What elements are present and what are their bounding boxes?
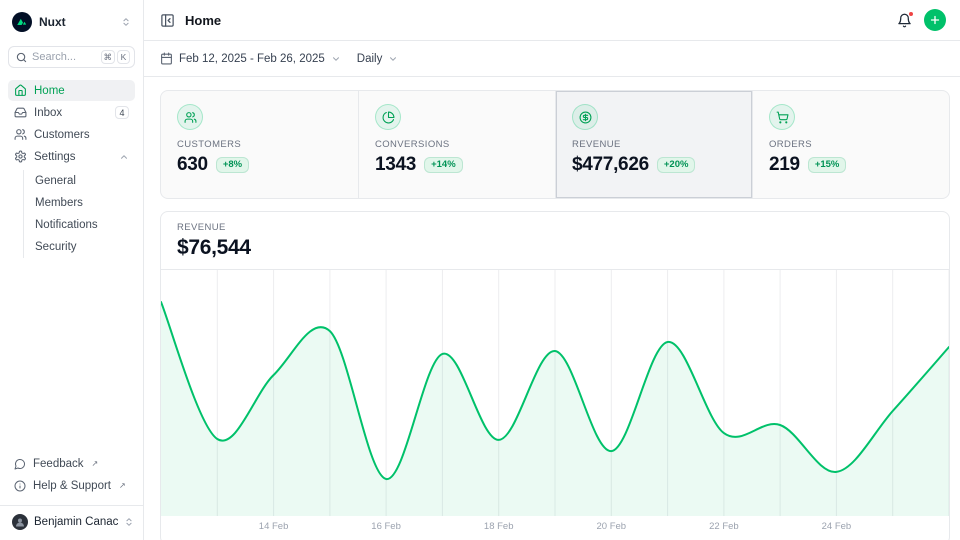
sidebar-item-label: Customers <box>34 129 90 141</box>
notifications-bell-button[interactable] <box>897 13 912 28</box>
sidebar-item-general[interactable]: General <box>24 170 135 192</box>
svg-text:22 Feb: 22 Feb <box>709 521 739 532</box>
sub-item-label: General <box>35 175 76 187</box>
workspace-name: Nuxt <box>39 15 66 29</box>
chevron-down-icon <box>388 54 398 64</box>
add-button[interactable] <box>924 9 946 31</box>
sidebar-item-label: Help & Support <box>33 480 111 492</box>
chevron-up-icon <box>119 152 129 162</box>
k-key: K <box>117 50 130 64</box>
sidebar-item-label: Feedback <box>33 458 84 470</box>
sub-item-label: Notifications <box>35 219 98 231</box>
stat-label: REVENUE <box>572 139 736 150</box>
granularity-select[interactable]: Daily <box>357 53 399 65</box>
sidebar-item-label: Settings <box>34 151 76 163</box>
sidebar-item-inbox[interactable]: Inbox 4 <box>8 102 135 123</box>
inbox-count-badge: 4 <box>115 106 129 119</box>
notification-dot <box>908 11 914 17</box>
chat-bubble-icon <box>14 458 26 470</box>
nuxt-logo <box>12 12 32 32</box>
main-area: Home Feb 12, 2025 - Feb 26, 2025 <box>144 0 960 540</box>
svg-text:14 Feb: 14 Feb <box>259 521 289 532</box>
revenue-chart-card: REVENUE $76,544 14 Feb 16 Feb 18 Feb 20 Feb… <box>160 211 950 540</box>
sidebar-item-label: Inbox <box>34 107 62 119</box>
sidebar-item-settings[interactable]: Settings <box>8 146 135 167</box>
stat-value: $477,626 <box>572 154 649 176</box>
stat-label: CONVERSIONS <box>375 139 539 150</box>
stat-delta-badge: +15% <box>808 157 847 173</box>
dashboard-app: Nuxt ⌘ K Home Inbox <box>0 0 960 540</box>
info-icon <box>14 480 26 492</box>
inbox-icon <box>14 106 27 119</box>
stat-delta-badge: +14% <box>424 157 463 173</box>
svg-text:24 Feb: 24 Feb <box>822 521 852 532</box>
stat-label: ORDERS <box>769 139 933 150</box>
cmd-key: ⌘ <box>101 50 116 64</box>
collapse-sidebar-button[interactable] <box>160 13 175 28</box>
stat-delta-badge: +8% <box>216 157 249 173</box>
svg-text:16 Feb: 16 Feb <box>371 521 401 532</box>
sub-item-label: Security <box>35 241 77 253</box>
svg-text:18 Feb: 18 Feb <box>484 521 514 532</box>
filters-toolbar: Feb 12, 2025 - Feb 26, 2025 Daily <box>144 41 960 77</box>
sidebar-item-home[interactable]: Home <box>8 80 135 101</box>
chart-header: REVENUE $76,544 <box>161 212 949 269</box>
search-shortcut: ⌘ K <box>101 50 131 64</box>
sidebar-item-help-support[interactable]: Help & Support ↗ <box>8 475 135 496</box>
stat-label: CUSTOMERS <box>177 139 342 150</box>
granularity-label: Daily <box>357 53 383 65</box>
sidebar-item-notifications[interactable]: Notifications <box>24 214 135 236</box>
revenue-area-chart[interactable]: 14 Feb 16 Feb 18 Feb 20 Feb 22 Feb 24 Feb <box>161 270 949 536</box>
sidebar: Nuxt ⌘ K Home Inbox <box>0 0 144 540</box>
search-icon <box>16 52 27 63</box>
stats-row: CUSTOMERS 630 +8% CONVERSIONS 1343 +14% <box>160 90 950 199</box>
stat-card-orders[interactable]: ORDERS 219 +15% <box>752 91 949 198</box>
sidebar-item-customers[interactable]: Customers <box>8 124 135 145</box>
chart-total-value: $76,544 <box>177 236 933 260</box>
sidebar-spacer <box>8 260 135 453</box>
users-icon <box>14 128 27 141</box>
svg-text:20 Feb: 20 Feb <box>597 521 627 532</box>
gear-icon <box>14 150 27 163</box>
stat-value: 1343 <box>375 154 416 176</box>
content: CUSTOMERS 630 +8% CONVERSIONS 1343 +14% <box>144 77 960 540</box>
top-bar: Home <box>144 0 960 41</box>
search-input[interactable] <box>32 51 84 63</box>
sidebar-item-feedback[interactable]: Feedback ↗ <box>8 453 135 474</box>
page-title: Home <box>185 13 221 28</box>
chart-title: REVENUE <box>177 222 933 233</box>
chart-body: 14 Feb 16 Feb 18 Feb 20 Feb 22 Feb 24 Feb <box>161 269 949 536</box>
search-box[interactable]: ⌘ K <box>8 46 135 68</box>
date-range-label: Feb 12, 2025 - Feb 26, 2025 <box>179 53 325 65</box>
workspace-switcher[interactable]: Nuxt <box>8 10 135 34</box>
avatar <box>12 514 28 530</box>
calendar-icon <box>160 52 173 65</box>
chevrons-up-down-icon <box>121 17 131 27</box>
stat-value: 219 <box>769 154 800 176</box>
users-icon <box>177 104 203 130</box>
date-range-picker[interactable]: Feb 12, 2025 - Feb 26, 2025 <box>160 52 341 65</box>
stat-card-customers[interactable]: CUSTOMERS 630 +8% <box>161 91 358 198</box>
pie-chart-icon <box>375 104 401 130</box>
sidebar-item-members[interactable]: Members <box>24 192 135 214</box>
stat-card-conversions[interactable]: CONVERSIONS 1343 +14% <box>358 91 555 198</box>
sidebar-item-label: Home <box>34 85 65 97</box>
sub-item-label: Members <box>35 197 83 209</box>
home-icon <box>14 84 27 97</box>
dollar-circle-icon <box>572 104 598 130</box>
top-actions <box>897 9 946 31</box>
stat-card-revenue[interactable]: REVENUE $477,626 +20% <box>555 91 752 198</box>
chevron-down-icon <box>331 54 341 64</box>
user-name: Benjamin Canac <box>34 516 118 528</box>
shopping-cart-icon <box>769 104 795 130</box>
settings-subnav: General Members Notifications Security <box>23 170 135 258</box>
stat-value: 630 <box>177 154 208 176</box>
chevrons-up-down-icon <box>124 517 134 527</box>
user-menu[interactable]: Benjamin Canac <box>8 506 135 532</box>
stat-delta-badge: +20% <box>657 157 696 173</box>
sidebar-item-security[interactable]: Security <box>24 236 135 258</box>
